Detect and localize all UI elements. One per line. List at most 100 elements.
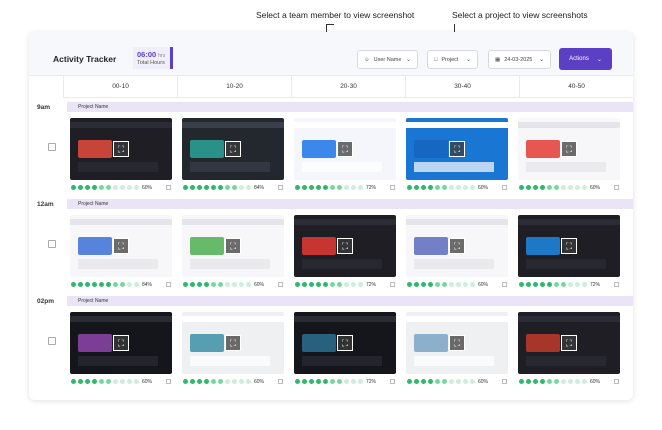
activity-dot	[421, 282, 426, 287]
activity-percentage: 72%	[590, 282, 601, 288]
screenshot-thumbnail[interactable]: ⛶	[518, 215, 620, 277]
activity-dots	[407, 185, 475, 190]
thumbnail-bar	[294, 316, 396, 322]
thumbnail-content	[302, 162, 382, 172]
row-checkbox[interactable]	[48, 143, 56, 151]
expand-icon[interactable]: ⛶	[449, 141, 465, 157]
activity-dot	[554, 282, 559, 287]
activity-dot	[582, 282, 587, 287]
activity-dot	[414, 379, 419, 384]
thumbnail-accent	[190, 140, 224, 158]
screenshot-thumbnail[interactable]: ⛶	[182, 118, 284, 180]
screenshot-thumbnail[interactable]: ⛶	[406, 312, 508, 374]
row-checkbox[interactable]	[48, 240, 56, 248]
activity-dots	[295, 379, 363, 384]
screenshot-checkbox[interactable]	[390, 185, 395, 190]
thumbnail-accent	[526, 140, 560, 158]
screenshot-checkbox[interactable]	[614, 282, 619, 287]
activity-percentage: 60%	[590, 185, 601, 191]
activity-dot	[99, 282, 104, 287]
expand-icon[interactable]: ⛶	[113, 141, 129, 157]
screenshot-checkbox[interactable]	[278, 185, 283, 190]
activity-dot	[519, 379, 524, 384]
activity-dot	[127, 185, 132, 190]
thumbnail-accent	[302, 140, 336, 158]
row-checkbox[interactable]	[48, 337, 56, 345]
expand-icon[interactable]: ⛶	[337, 141, 353, 157]
expand-icon[interactable]: ⛶	[561, 238, 577, 254]
thumbnail-accent	[78, 237, 112, 255]
date-select[interactable]: ▦ 24-03-2025 ⌄	[488, 50, 551, 69]
expand-icon[interactable]: ⛶	[225, 238, 241, 254]
activity-dot	[190, 379, 195, 384]
screenshot-thumbnail[interactable]: ⛶	[70, 312, 172, 374]
activity-dot	[337, 185, 342, 190]
screenshot-thumbnail[interactable]: ⛶	[70, 118, 172, 180]
actions-button[interactable]: Actions ⌄	[559, 48, 612, 70]
screenshot-thumbnail[interactable]: ⛶	[294, 118, 396, 180]
screenshot-checkbox[interactable]	[166, 379, 171, 384]
screenshot-checkbox[interactable]	[166, 282, 171, 287]
activity-dot	[358, 379, 363, 384]
screenshot-checkbox[interactable]	[614, 185, 619, 190]
expand-icon[interactable]: ⛶	[449, 238, 465, 254]
screenshot-checkbox[interactable]	[390, 379, 395, 384]
expand-icon[interactable]: ⛶	[561, 335, 577, 351]
activity-dot	[428, 282, 433, 287]
screenshot-thumbnail[interactable]: ⛶	[406, 215, 508, 277]
activity-dot	[232, 379, 237, 384]
project-select[interactable]: □ Project ⌄	[427, 50, 478, 69]
expand-icon[interactable]: ⛶	[225, 141, 241, 157]
activity-dot	[246, 185, 251, 190]
thumbnail-bar	[294, 219, 396, 225]
expand-icon[interactable]: ⛶	[561, 141, 577, 157]
screenshot-thumbnail[interactable]: ⛶	[182, 215, 284, 277]
screenshot-checkbox[interactable]	[278, 379, 283, 384]
screenshot-checkbox[interactable]	[278, 282, 283, 287]
expand-icon[interactable]: ⛶	[337, 238, 353, 254]
activity-dot	[554, 379, 559, 384]
activity-dot	[533, 379, 538, 384]
activity-dots	[183, 379, 251, 384]
screenshot-checkbox[interactable]	[614, 379, 619, 384]
activity-dot	[302, 379, 307, 384]
activity-dot	[547, 379, 552, 384]
hours-label: Total Hours	[137, 60, 165, 66]
expand-icon[interactable]: ⛶	[337, 335, 353, 351]
screenshot-thumbnail[interactable]: ⛶	[70, 215, 172, 277]
user-select[interactable]: ☺ User Name ⌄	[357, 50, 418, 69]
screenshot-thumbnail[interactable]: ⛶	[294, 312, 396, 374]
screenshot-thumbnail[interactable]: ⛶	[294, 215, 396, 277]
expand-icon[interactable]: ⛶	[113, 335, 129, 351]
expand-icon[interactable]: ⛶	[225, 335, 241, 351]
screenshot-checkbox[interactable]	[502, 185, 507, 190]
screenshot-thumbnail[interactable]: ⛶	[518, 312, 620, 374]
thumbnail-content	[78, 259, 158, 269]
activity-dot	[435, 379, 440, 384]
activity-dot	[204, 282, 209, 287]
activity-dot	[232, 282, 237, 287]
total-hours-badge: 06:00 hrs Total Hours	[133, 47, 173, 69]
expand-icon[interactable]: ⛶	[449, 335, 465, 351]
screenshot-thumbnail[interactable]: ⛶	[182, 312, 284, 374]
thumbnail-content	[414, 162, 494, 172]
expand-icon[interactable]: ⛶	[113, 238, 129, 254]
activity-dot	[554, 185, 559, 190]
activity-dot	[120, 379, 125, 384]
screenshot-checkbox[interactable]	[166, 185, 171, 190]
screenshot-checkbox[interactable]	[502, 282, 507, 287]
activity-percentage: 60%	[590, 379, 601, 385]
activity-dot	[526, 379, 531, 384]
activity-dot	[470, 379, 475, 384]
activity-dot	[183, 282, 188, 287]
activity-dot	[421, 185, 426, 190]
activity-dot	[351, 282, 356, 287]
activity-dot	[526, 185, 531, 190]
screenshot-checkbox[interactable]	[390, 282, 395, 287]
project-name-band: Project Name	[67, 102, 633, 112]
screenshot-thumbnail[interactable]: ⛶	[406, 118, 508, 180]
screenshot-thumbnail[interactable]: ⛶	[518, 118, 620, 180]
activity-dot	[540, 379, 545, 384]
activity-dot	[71, 185, 76, 190]
screenshot-checkbox[interactable]	[502, 379, 507, 384]
